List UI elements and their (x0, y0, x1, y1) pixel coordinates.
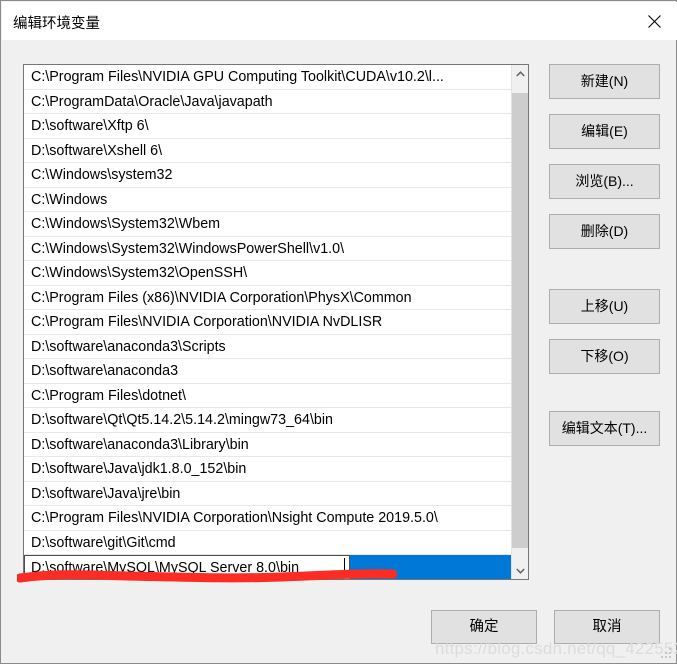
list-item[interactable]: D:\software\anaconda3\Scripts (24, 334, 513, 359)
list-item[interactable]: D:\software\anaconda3\Library\bin (24, 432, 513, 457)
chevron-down-icon[interactable] (512, 562, 528, 579)
resize-grip[interactable] (661, 648, 673, 660)
list-item[interactable]: C:\Program Files\dotnet\ (24, 383, 513, 408)
list-item[interactable]: C:\Program Files\NVIDIA Corporation\Nsig… (24, 506, 513, 531)
list-item[interactable]: C:\Windows\System32\Wbem (24, 212, 513, 237)
path-edit-input[interactable] (24, 555, 350, 579)
watermark-text: https://blog.csdn.net/qq_42255269 (435, 639, 677, 658)
list-item[interactable]: D:\software\Xftp 6\ (24, 114, 513, 139)
path-list-rows: C:\Program Files\NVIDIA GPU Computing To… (24, 65, 513, 555)
list-item[interactable]: D:\software\Qt\Qt5.14.2\5.14.2\mingw73_6… (24, 408, 513, 433)
browse-button[interactable]: 浏览(B)... (549, 164, 660, 199)
edit-button[interactable]: 编辑(E) (549, 114, 660, 149)
page-title: 编辑环境变量 (13, 16, 100, 32)
new-button[interactable]: 新建(N) (549, 64, 660, 99)
list-item[interactable]: D:\software\Xshell 6\ (24, 138, 513, 163)
edit-text-button[interactable]: 编辑文本(T)... (549, 411, 660, 446)
title-bar: 编辑环境变量 (2, 2, 677, 40)
path-list-box[interactable]: C:\Program Files\NVIDIA GPU Computing To… (23, 64, 529, 580)
list-item[interactable]: C:\Windows\System32\OpenSSH\ (24, 261, 513, 286)
move-up-button[interactable]: 上移(U) (549, 289, 660, 324)
list-item[interactable]: C:\Windows\System32\WindowsPowerShell\v1… (24, 236, 513, 261)
list-item[interactable]: C:\Program Files\NVIDIA GPU Computing To… (24, 65, 513, 90)
close-icon[interactable] (631, 2, 677, 40)
list-item[interactable]: D:\software\Java\jre\bin (24, 481, 513, 506)
text-caret (344, 558, 345, 577)
list-item[interactable]: C:\Program Files\NVIDIA Corporation\NVID… (24, 310, 513, 335)
move-down-button[interactable]: 下移(O) (549, 339, 660, 374)
list-item[interactable]: D:\software\Java\jdk1.8.0_152\bin (24, 457, 513, 482)
list-item[interactable]: C:\ProgramData\Oracle\Java\javapath (24, 89, 513, 114)
delete-button[interactable]: 删除(D) (549, 214, 660, 249)
path-list-editing-row[interactable] (24, 555, 513, 579)
scrollbar-thumb[interactable] (512, 93, 528, 548)
list-item[interactable]: C:\Program Files (x86)\NVIDIA Corporatio… (24, 285, 513, 310)
list-item[interactable]: D:\software\git\Git\cmd (24, 530, 513, 555)
list-item[interactable]: C:\Windows\system32 (24, 163, 513, 188)
list-item[interactable]: D:\software\anaconda3 (24, 359, 513, 384)
chevron-up-icon[interactable] (512, 65, 528, 82)
edit-environment-variable-dialog: 编辑环境变量 C:\Program Files\NVIDIA GPU Compu… (0, 0, 677, 664)
list-item[interactable]: C:\Windows (24, 187, 513, 212)
list-scrollbar[interactable] (511, 65, 528, 579)
